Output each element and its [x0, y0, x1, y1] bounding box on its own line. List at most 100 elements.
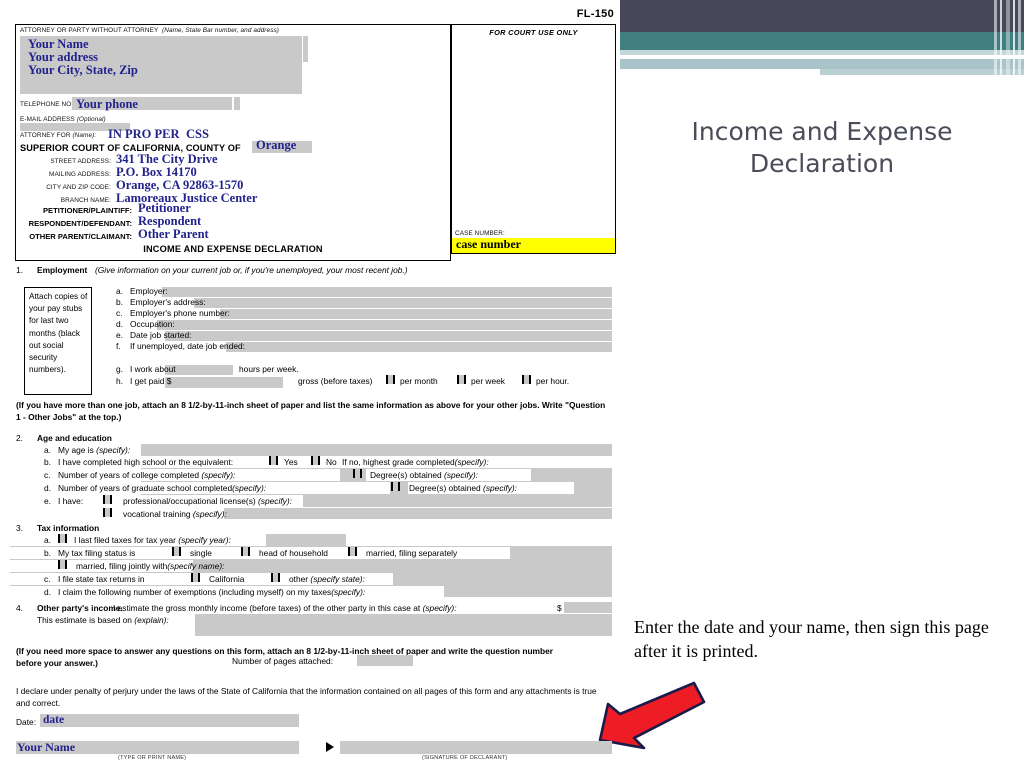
label-per-week: per week: [471, 376, 505, 386]
section-2e-opt1: professional/occupational license(s) (sp…: [123, 496, 292, 506]
gross-pay-field[interactable]: [165, 377, 283, 388]
date-value: date: [43, 714, 65, 726]
checkbox-married-filing-jointly[interactable]: [58, 560, 67, 569]
attach-paystubs-text: Attach copies of your pay stubs for last…: [29, 292, 88, 375]
label-state-other: other (specify state):: [289, 574, 365, 584]
court-use-only-label: FOR COURT USE ONLY: [489, 28, 578, 37]
occupation-field[interactable]: [157, 320, 612, 330]
signature-field[interactable]: [340, 741, 612, 754]
section-1g-text2: hours per week.: [239, 364, 299, 374]
checkbox-vocational-training[interactable]: [103, 508, 112, 517]
date-job-started-field[interactable]: [165, 331, 612, 341]
section-1e-text: Date job started:: [130, 330, 192, 340]
header-stripe-5: [1018, 0, 1021, 80]
case-number-label: CASE NUMBER:: [455, 230, 505, 237]
checkbox-graduate-degree[interactable]: [391, 482, 400, 491]
checkbox-per-hour[interactable]: [522, 375, 531, 384]
form-title: INCOME AND EXPENSE DECLARATION: [143, 244, 323, 254]
pages-attached-label: Number of pages attached:: [232, 656, 334, 666]
attorney-header-label: ATTORNEY OR PARTY WITHOUT ATTORNEY: [20, 27, 159, 34]
section-3a-bg2: [346, 534, 612, 546]
type-or-print-name-caption: (TYPE OR PRINT NAME): [118, 755, 187, 761]
checkbox-head-of-household[interactable]: [241, 547, 250, 556]
section-2e-opt2: vocational training (specify):: [123, 509, 227, 519]
checkbox-state-california[interactable]: [191, 573, 200, 582]
checkbox-per-month[interactable]: [386, 375, 395, 384]
street-address-label: STREET ADDRESS:: [50, 158, 111, 165]
header-stripe-4: [1013, 0, 1015, 80]
section-1c-text: Employer's phone number:: [130, 308, 230, 318]
date-job-ended-field[interactable]: [226, 342, 612, 352]
fax-field[interactable]: [234, 97, 240, 110]
signer-name-value: Your Name: [17, 740, 76, 754]
section-2b-text: I have completed high school or the equi…: [58, 457, 234, 467]
section-1-heading: Employment: [37, 265, 88, 275]
section-4-text: I estimate the gross monthly income (bef…: [113, 603, 457, 613]
city-zip-label: CITY AND ZIP CODE:: [46, 184, 111, 191]
declaration-text: I declare under penalty of perjury under…: [16, 686, 597, 708]
section-2e-text: I have:: [58, 496, 84, 506]
pages-attached-field[interactable]: [357, 655, 413, 666]
section-3-number: 3.: [16, 523, 23, 533]
email-label: E-MAIL ADDRESS (Optional): [20, 116, 106, 123]
section-2d-tail: Degree(s) obtained (specify):: [409, 483, 518, 493]
respondent-label: RESPONDENT/DEFENDANT:: [28, 219, 132, 228]
age-field[interactable]: [141, 444, 612, 455]
date-field[interactable]: [40, 714, 299, 727]
label-head-of-household: head of household: [259, 548, 328, 558]
section-1h-letter: h.: [116, 376, 123, 386]
section-1h-text: I get paid $: [130, 376, 172, 386]
employer-field[interactable]: [162, 287, 612, 297]
other-party-income-field[interactable]: [564, 602, 612, 613]
header-band-lightblue: [620, 59, 1024, 69]
section-2e-letter: e.: [44, 496, 51, 506]
signature-pointer-icon: [326, 742, 334, 752]
employer-phone-field[interactable]: [220, 309, 612, 319]
checkbox-last-filed-taxes[interactable]: [58, 534, 67, 543]
section-4-number: 4.: [16, 603, 23, 613]
slide-title: Income and Expense Declaration: [691, 117, 953, 178]
label-per-month: per month: [400, 376, 438, 386]
attorney-name-field-right[interactable]: [302, 36, 444, 94]
estimate-explanation-field[interactable]: [195, 614, 612, 636]
attorney-field-marker: [303, 36, 308, 62]
checkbox-state-other[interactable]: [271, 573, 280, 582]
checkbox-married-filing-separately[interactable]: [348, 547, 357, 556]
section-3a-letter: a.: [44, 535, 51, 545]
checkbox-highschool-no[interactable]: [311, 456, 320, 465]
attorney-for-value: IN PRO PER: [108, 127, 180, 141]
section-2c-tail: Degree(s) obtained (specify):: [370, 470, 479, 480]
header-band-teal: [620, 32, 1024, 50]
section-4-heading: Other party's income.: [37, 603, 123, 613]
label-highschool-yes: Yes: [284, 457, 298, 467]
case-number-value: case number: [456, 237, 521, 251]
checkbox-per-week[interactable]: [457, 375, 466, 384]
section-2a-letter-dup: a.: [44, 445, 51, 455]
checkbox-highschool-yes[interactable]: [269, 456, 278, 465]
exemptions-field[interactable]: [444, 586, 612, 597]
checkbox-college-degree[interactable]: [353, 469, 362, 478]
label-married-filing-jointly: married, filing jointly with(specify nam…: [76, 561, 225, 571]
section-1e-letter: e.: [116, 330, 123, 340]
section-2a-text-dup: My age is (specify):: [58, 445, 131, 455]
section-3d-letter: d.: [44, 587, 51, 597]
slide-instruction-text: Enter the date and your name, then sign …: [634, 617, 989, 661]
section-2c-text: Number of years of college completed (sp…: [58, 470, 236, 480]
section-2d-letter: d.: [44, 483, 51, 493]
vocational-training-field[interactable]: [224, 508, 612, 519]
section-3b-text: My tax filing status is: [58, 548, 136, 558]
form-title-bar: INCOME AND EXPENSE DECLARATION: [15, 240, 451, 261]
telephone-label: TELEPHONE NO:: [20, 101, 74, 108]
signature-caption: (SIGNATURE OF DECLARANT): [422, 755, 508, 761]
section-3c-letter: c.: [44, 574, 51, 584]
employer-address-field[interactable]: [194, 298, 612, 308]
section-2d-text: Number of years of graduate school compl…: [58, 483, 267, 493]
checkbox-filing-single[interactable]: [172, 547, 181, 556]
attorney-caption-box: ATTORNEY OR PARTY WITHOUT ATTORNEY (Name…: [15, 24, 451, 248]
section-1h-text2: gross (before taxes): [298, 376, 373, 386]
section-1-hint: (Give information on your current job or…: [95, 265, 408, 275]
checkbox-professional-license[interactable]: [103, 495, 112, 504]
section-2b-tail: If no, highest grade completed(specify):: [342, 457, 489, 467]
section-1f-letter: f.: [116, 341, 121, 351]
section-4-line2: This estimate is based on (explain):: [37, 615, 169, 625]
